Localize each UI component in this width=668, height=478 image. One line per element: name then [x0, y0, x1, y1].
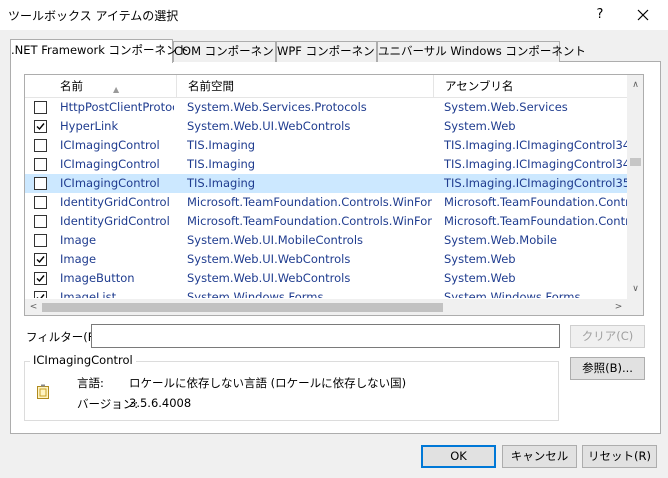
table-row[interactable]: ICImagingControl TIS.Imaging TIS.Imaging.I… [25, 174, 627, 193]
horizontal-scroll-thumb[interactable] [42, 303, 443, 312]
vertical-scroll-thumb[interactable] [630, 158, 641, 166]
language-key: 言語: [77, 376, 104, 390]
cell-assembly: System.Windows.Forms [444, 290, 581, 298]
horizontal-scrollbar[interactable]: < > [25, 299, 627, 315]
grid-rows: HttpPostClientProtocol System.Web.Service… [25, 98, 627, 298]
row-checkbox[interactable] [34, 158, 47, 171]
cell-assembly: System.Web [444, 252, 516, 266]
row-checkbox[interactable] [34, 196, 47, 209]
details-group [24, 361, 559, 421]
cell-namespace: TIS.Imaging [187, 157, 256, 171]
row-checkbox[interactable] [34, 177, 47, 190]
cell-namespace: System.Web.UI.WebControls [187, 271, 351, 285]
cell-name: Image [60, 252, 97, 266]
help-button[interactable]: ? [588, 3, 612, 27]
component-icon [36, 384, 50, 400]
cell-name: ICImagingControl [60, 157, 160, 171]
details-title: ICImagingControl [30, 353, 136, 367]
cell-namespace: System.Web.UI.MobileControls [187, 233, 364, 247]
window-title: ツールボックス アイテムの選択 [8, 9, 179, 23]
vertical-scrollbar[interactable]: ∧ ∨ [627, 75, 643, 299]
cell-name: ImageList [60, 290, 117, 298]
row-checkbox[interactable] [34, 120, 47, 133]
scroll-corner [627, 299, 643, 315]
row-checkbox[interactable] [34, 253, 47, 266]
row-checkbox[interactable] [34, 139, 47, 152]
cell-namespace: Microsoft.TeamFoundation.Controls.WinFor… [187, 195, 432, 209]
column-header-namespace[interactable]: 名前空間 [176, 75, 434, 98]
cell-namespace: TIS.Imaging [187, 138, 256, 152]
language-value: ロケールに依存しない言語 (ロケールに依存しない国) [129, 376, 407, 390]
tab-wpf-components[interactable]: WPF コンポーネント [276, 41, 386, 62]
cell-namespace: System.Web.UI.WebControls [187, 119, 351, 133]
reset-button[interactable]: リセット(R) [582, 445, 657, 468]
cell-assembly: TIS.Imaging.ICImagingControl35 [444, 176, 627, 190]
cell-namespace: System.Web.UI.WebControls [187, 252, 351, 266]
cell-name: ImageButton [60, 271, 135, 285]
cell-name: ICImagingControl [60, 138, 160, 152]
cell-assembly: Microsoft.TeamFoundation.Controls [444, 214, 627, 228]
cell-assembly: System.Web.Mobile [444, 233, 557, 247]
checkmark-icon [36, 294, 45, 298]
cell-assembly: TIS.Imaging.ICImagingControl34 [444, 157, 627, 171]
tab-uwp-components[interactable]: ユニバーサル Windows コンポーネント [377, 41, 586, 62]
scroll-right-icon[interactable]: > [610, 299, 627, 315]
clear-button[interactable]: クリア(C) [570, 325, 645, 348]
row-checkbox[interactable] [34, 291, 47, 298]
table-row[interactable]: IdentityGridControl Microsoft.TeamFoundat… [25, 193, 627, 212]
scroll-down-icon[interactable]: ∨ [627, 281, 643, 298]
checkmark-icon [36, 256, 45, 264]
cell-namespace: Microsoft.TeamFoundation.Controls.WinFor… [187, 214, 432, 228]
cancel-button[interactable]: キャンセル [502, 445, 577, 468]
cell-name: HttpPostClientProtocol [60, 100, 174, 114]
scroll-up-icon[interactable]: ∧ [627, 77, 643, 94]
table-row[interactable]: Image System.Web.UI.WebControls System.Web [25, 250, 627, 269]
table-row[interactable]: ImageButton System.Web.UI.WebControls Syst… [25, 269, 627, 288]
table-row[interactable]: ImageList System.Windows.Forms System.Wind… [25, 288, 627, 298]
grid-header: 名前 ▲ 名前空間 アセンブリ名 [25, 75, 627, 98]
filter-input[interactable] [91, 324, 560, 348]
checkmark-icon [36, 275, 45, 283]
table-row[interactable]: Image System.Web.UI.MobileControls System.… [25, 231, 627, 250]
table-row[interactable]: IdentityGridControl Microsoft.TeamFoundat… [25, 212, 627, 231]
cell-assembly: TIS.Imaging.ICImagingControl34 [444, 138, 627, 152]
cell-name: Image [60, 233, 97, 247]
ok-button[interactable]: OK [421, 445, 496, 468]
browse-button[interactable]: 参照(B)... [570, 357, 645, 380]
scroll-left-icon[interactable]: < [25, 299, 42, 315]
close-button[interactable] [628, 3, 658, 27]
cell-assembly: System.Web [444, 119, 516, 133]
row-checkbox[interactable] [34, 101, 47, 114]
table-row[interactable]: HttpPostClientProtocol System.Web.Service… [25, 98, 627, 117]
cell-namespace: System.Windows.Forms [187, 290, 324, 298]
close-icon [637, 9, 649, 21]
row-checkbox[interactable] [34, 272, 47, 285]
column-header-assembly[interactable]: アセンブリ名 [433, 75, 627, 98]
title-bar: ツールボックス アイテムの選択 ? [0, 0, 668, 30]
cell-assembly: System.Web [444, 271, 516, 285]
version-value: 3.5.6.4008 [129, 396, 192, 410]
table-row[interactable]: ICImagingControl TIS.Imaging TIS.Imaging.I… [25, 136, 627, 155]
cell-namespace: TIS.Imaging [187, 176, 256, 190]
tab-dotnet-components[interactable]: .NET Framework コンポーネント [10, 39, 189, 63]
cell-name: IdentityGridControl [60, 195, 170, 209]
components-grid: 名前 ▲ 名前空間 アセンブリ名 HttpPostClientProtocol S… [24, 74, 644, 316]
cell-name: HyperLink [60, 119, 119, 133]
column-header-name-label: 名前 [60, 79, 83, 93]
table-row[interactable]: ICImagingControl TIS.Imaging TIS.Imaging.I… [25, 155, 627, 174]
column-header-name[interactable]: 名前 ▲ [49, 75, 187, 98]
cell-assembly: System.Web.Services [444, 100, 568, 114]
row-checkbox[interactable] [34, 215, 47, 228]
cell-name: ICImagingControl [60, 176, 160, 190]
cell-namespace: System.Web.Services.Protocols [187, 100, 367, 114]
cell-assembly: Microsoft.TeamFoundation.Controls [444, 195, 627, 209]
table-row[interactable]: HyperLink System.Web.UI.WebControls System… [25, 117, 627, 136]
checkmark-icon [36, 123, 45, 131]
row-checkbox[interactable] [34, 234, 47, 247]
cell-name: IdentityGridControl [60, 214, 170, 228]
